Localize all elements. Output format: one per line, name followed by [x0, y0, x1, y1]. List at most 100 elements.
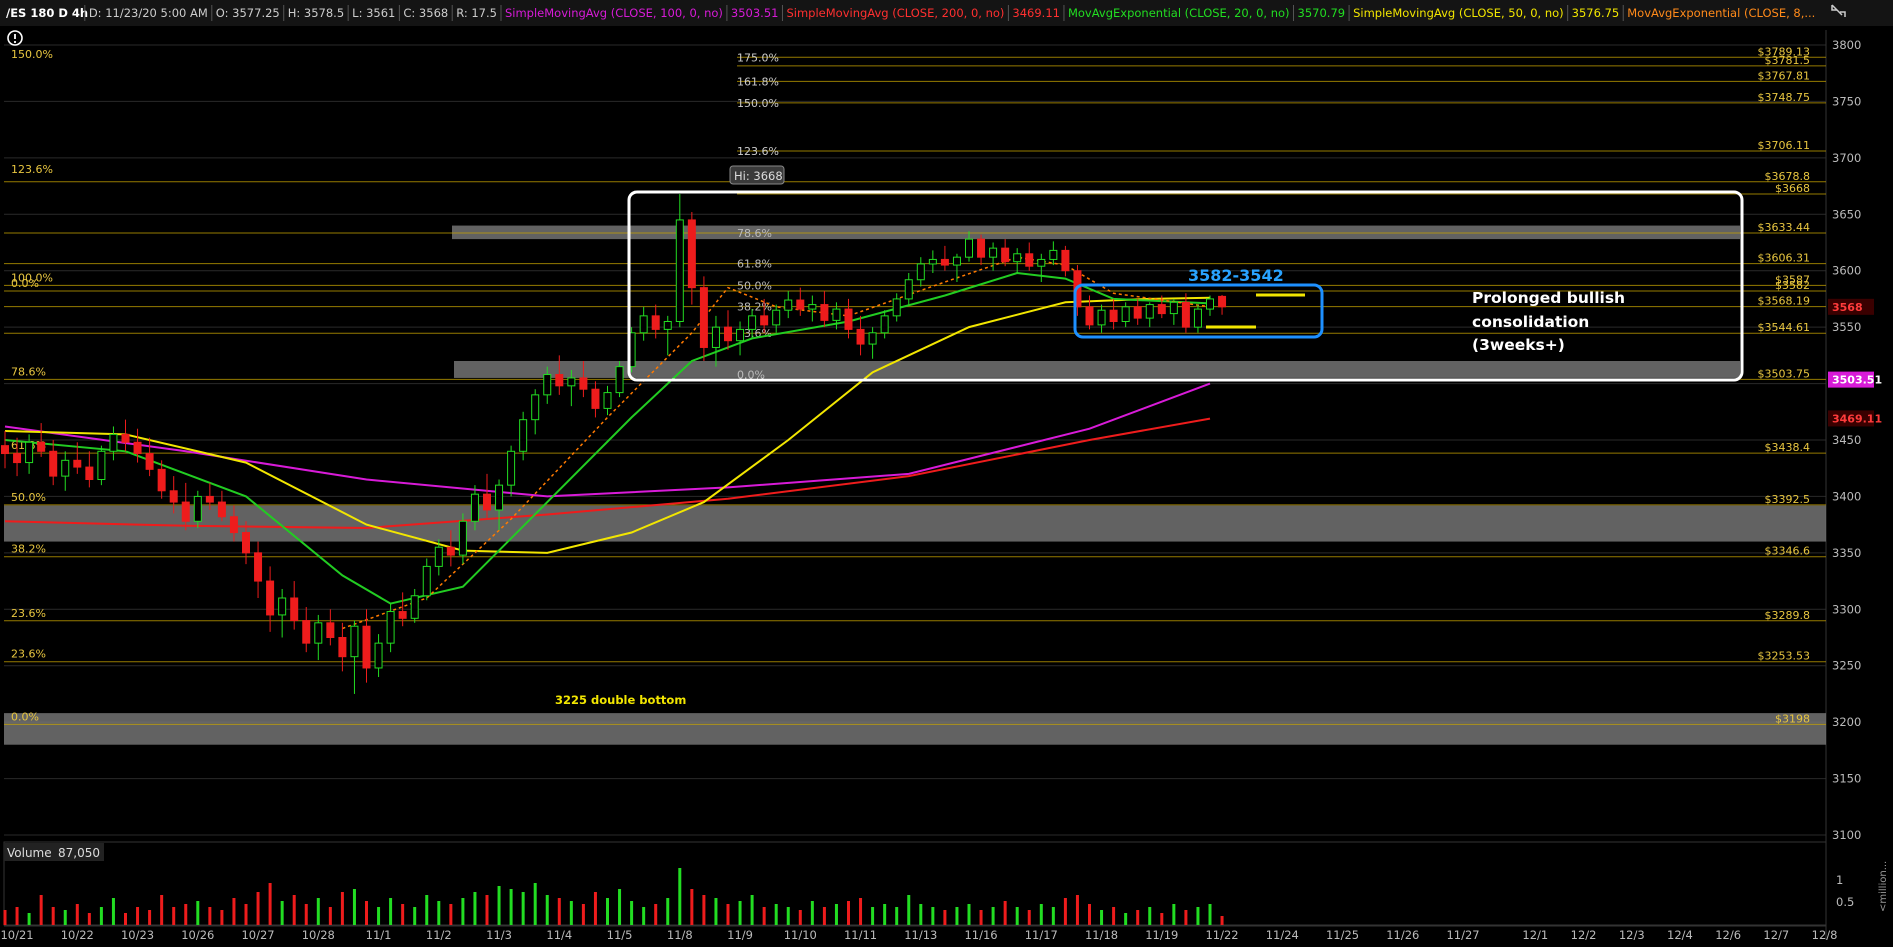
candle-down — [290, 597, 299, 622]
time-axis-tick: 11/18 — [1085, 928, 1118, 942]
price-axis-tick: 3100 — [1832, 828, 1861, 842]
time-axis-tick: 11/8 — [667, 928, 693, 942]
volume-bar — [786, 907, 790, 925]
candle-up — [880, 315, 889, 334]
sma200-tag: 3469.11 — [1832, 412, 1882, 425]
volume-bar — [774, 904, 778, 925]
volume-bar — [99, 907, 103, 925]
volume-bar — [1015, 907, 1019, 925]
volume-bar — [762, 907, 766, 925]
candle-up — [507, 450, 516, 486]
candle-up — [1193, 308, 1202, 328]
candle-down — [446, 546, 455, 556]
zone — [4, 505, 1826, 542]
volume-bar — [810, 901, 814, 925]
candle-up — [808, 304, 817, 310]
price-axis-tick: 3550 — [1832, 320, 1861, 334]
consolidation-line-3: (3weeks+) — [1472, 336, 1565, 354]
header-item-5: C: 3568 — [403, 6, 448, 20]
volume-bar — [485, 895, 489, 925]
double-bottom-label: 3225 double bottom — [555, 693, 686, 707]
candle-down — [555, 374, 564, 387]
time-axis-tick: 10/26 — [181, 928, 214, 942]
volume-tick-05: 0.5 — [1836, 895, 1854, 909]
time-axis-tick: 11/22 — [1205, 928, 1238, 942]
volume-bar — [196, 901, 200, 925]
volume-bar — [87, 913, 91, 925]
volume-bar — [895, 907, 899, 925]
candle-up — [965, 238, 973, 258]
volume-bar — [618, 889, 622, 925]
volume-bar — [1088, 904, 1091, 925]
candle-up — [386, 611, 395, 644]
volume-bar — [606, 898, 609, 925]
volume-bar — [1220, 916, 1224, 925]
candle-up — [1169, 301, 1178, 315]
fib-price-label: $3568.19 — [1758, 295, 1811, 308]
fib-price-label: $3767.81 — [1758, 69, 1811, 82]
time-axis-tick: 12/6 — [1715, 928, 1741, 942]
time-axis-tick: 11/26 — [1386, 928, 1419, 942]
fib-pct-inner: 61.8% — [737, 258, 772, 271]
volume-bar — [678, 868, 682, 925]
candle-up — [748, 315, 757, 330]
volume-bar — [1184, 910, 1188, 925]
volume-bar — [630, 901, 634, 925]
candle-up — [61, 459, 70, 477]
volume-bar — [51, 907, 55, 925]
volume-bar — [834, 904, 838, 925]
header-item-4: L: 3561 — [352, 6, 395, 20]
fib-pct-left: 23.6% — [11, 607, 46, 620]
time-axis-tick: 11/10 — [784, 928, 817, 942]
time-axis-tick: 10/27 — [241, 928, 274, 942]
volume-bar — [871, 907, 875, 925]
candle-up — [711, 326, 720, 348]
fib-price-label: $3544.61 — [1758, 321, 1811, 334]
candle-down — [37, 441, 46, 452]
candle-up — [952, 256, 961, 266]
volume-bar — [943, 910, 947, 925]
candle-up — [1037, 258, 1046, 267]
volume-bar — [244, 904, 248, 925]
volume-bar — [425, 895, 429, 925]
candle-down — [1181, 301, 1190, 328]
zone — [454, 361, 1740, 378]
candle-down — [940, 258, 949, 266]
header-item-11: MovAvgExponential (CLOSE, 20, 0, no) — [1068, 6, 1290, 20]
volume-label: Volume — [7, 846, 52, 860]
fib-pct-top: 150.0% — [737, 97, 779, 110]
candle-down — [133, 441, 142, 455]
volume-bar — [220, 910, 224, 925]
volume-value: 87,050 — [58, 846, 100, 860]
candle-down — [157, 468, 166, 492]
candle-up — [663, 321, 672, 330]
fib-price-label: $3748.75 — [1758, 91, 1811, 104]
candle-down — [1025, 253, 1034, 267]
candle-up — [832, 308, 841, 321]
volume-bar — [919, 904, 923, 925]
volume-bar — [1172, 904, 1176, 925]
time-axis-tick: 11/16 — [964, 928, 997, 942]
sma100-tag: 3503.51 — [1832, 374, 1882, 387]
fib-pct-top: 123.6% — [737, 145, 779, 158]
time-axis-tick: 11/4 — [546, 928, 572, 942]
volume-bar — [557, 898, 561, 925]
volume-tick-1: 1 — [1836, 873, 1843, 887]
candle-down — [1001, 247, 1010, 263]
stock-chart[interactable]: $3789.13$3781.5$3767.81$3748.75$3706.11$… — [0, 0, 1893, 947]
candle-down — [145, 453, 154, 470]
candle-down — [651, 315, 660, 330]
candle-down — [1218, 295, 1227, 308]
candle-down — [796, 299, 805, 310]
candle-up — [1097, 309, 1106, 326]
volume-bar — [280, 901, 284, 925]
volume-pane-bg — [3, 841, 1827, 926]
hi-label: Hi: 3668 — [729, 165, 785, 185]
time-axis-tick: 10/21 — [0, 928, 33, 942]
fib-price-label: $3678.8 — [1765, 170, 1811, 183]
candle-up — [410, 595, 419, 619]
volume-bar — [268, 883, 272, 925]
candle-down — [229, 516, 238, 534]
candle-up — [904, 279, 913, 300]
candle-up — [1145, 304, 1154, 319]
